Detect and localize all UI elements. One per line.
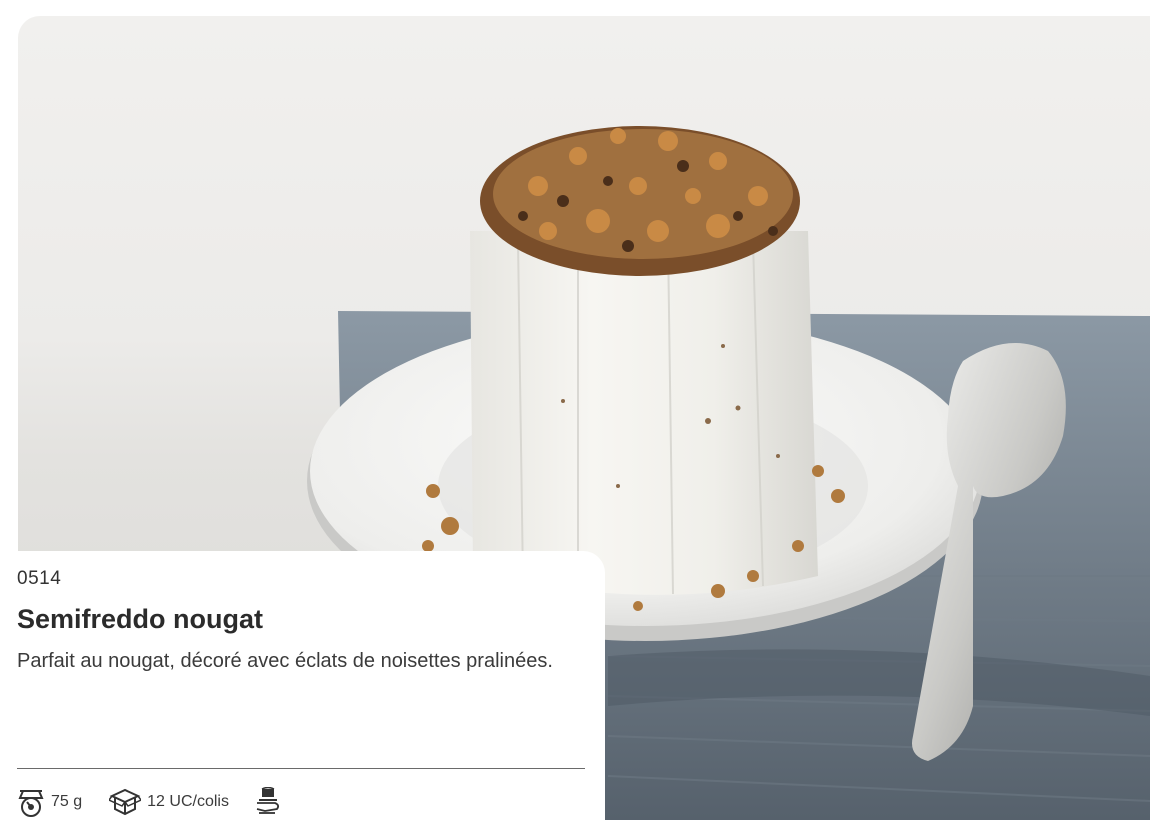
product-code: 0514 [17,568,62,589]
package-box-icon [109,787,142,817]
product-description: Parfait au nougat, décoré avec éclats de… [17,650,553,672]
spec-weight: 75 g [17,787,82,817]
cake-on-hand-icon [255,787,281,817]
spec-package-label: 12 UC/colis [147,793,229,810]
product-specs: 75 g 12 UC/colis [17,787,281,817]
product-title: Semifreddo nougat [17,604,264,634]
spec-serving [255,787,281,817]
spec-package: 12 UC/colis [109,787,229,817]
product-info-card: 0514 Semifreddo nougat Parfait au nougat… [0,551,605,820]
spec-weight-label: 75 g [51,793,83,810]
divider [17,768,585,769]
weight-scale-icon [17,787,45,817]
